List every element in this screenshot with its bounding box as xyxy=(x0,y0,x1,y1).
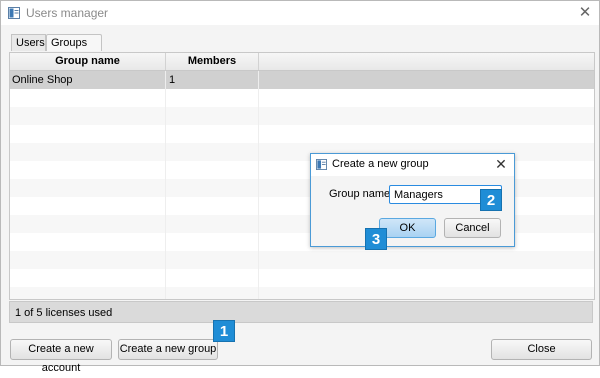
create-group-button[interactable]: Create a new group xyxy=(118,339,218,360)
close-button[interactable]: Close xyxy=(491,339,592,360)
users-manager-window: Users manager ✕ Users Groups Group name … xyxy=(0,0,600,374)
column-header-group-name[interactable]: Group name xyxy=(10,53,166,70)
column-header-members[interactable]: Members xyxy=(166,53,259,70)
title-bar: Users manager ✕ xyxy=(1,1,599,25)
table-row[interactable]: Online Shop 1 xyxy=(10,71,594,89)
column-divider xyxy=(258,71,259,299)
group-name-label: Group name xyxy=(329,188,391,200)
empty-row xyxy=(10,125,594,143)
window-title: Users manager xyxy=(26,6,109,20)
cancel-button[interactable]: Cancel xyxy=(444,218,501,238)
dialog-title-bar: Create a new group ✕ xyxy=(311,154,514,176)
license-status: 1 of 5 licenses used xyxy=(9,301,593,323)
create-account-button[interactable]: Create a new account xyxy=(10,339,112,374)
ok-button[interactable]: OK xyxy=(379,218,436,238)
empty-row xyxy=(10,89,594,107)
tab-groups[interactable]: Groups xyxy=(46,34,102,51)
app-window-icon xyxy=(8,7,20,19)
step-callout-1: 1 xyxy=(213,320,235,342)
dialog-title: Create a new group xyxy=(332,158,429,170)
close-icon[interactable]: ✕ xyxy=(493,156,509,173)
step-callout-3: 3 xyxy=(365,228,387,250)
tab-users[interactable]: Users xyxy=(11,34,46,51)
column-divider xyxy=(165,71,166,299)
app-window-icon xyxy=(316,159,327,170)
table-header: Group name Members xyxy=(10,53,594,71)
close-icon[interactable]: ✕ xyxy=(576,4,594,22)
empty-row xyxy=(10,107,594,125)
empty-row xyxy=(10,287,594,299)
empty-row xyxy=(10,269,594,287)
members-cell: 1 xyxy=(169,74,176,86)
group-name-cell: Online Shop xyxy=(12,74,73,86)
step-callout-2: 2 xyxy=(480,189,502,211)
empty-row xyxy=(10,251,594,269)
